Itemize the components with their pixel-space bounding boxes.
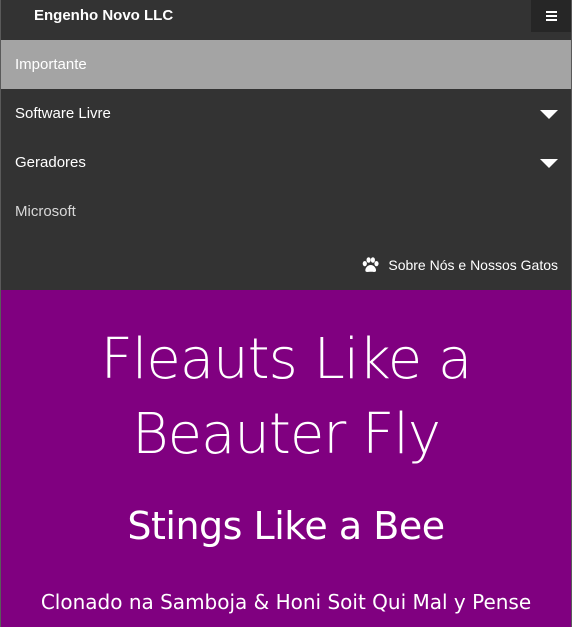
hero-tagline: Clonado na Samboja & Honi Soit Qui Mal y…: [40, 590, 532, 614]
hero-title-line-1: Fleauts Like a: [100, 327, 473, 392]
caret-down-icon: [540, 110, 558, 119]
menu-item-label: Geradores: [15, 154, 86, 171]
menu-item-label: Importante: [15, 56, 87, 73]
caret-down-icon: [540, 159, 558, 168]
paw-icon: [363, 256, 379, 272]
menu-item-importante[interactable]: Importante: [1, 40, 571, 89]
about-link-label: Sobre Nós e Nossos Gatos: [388, 257, 558, 273]
menu-item-geradores[interactable]: Geradores: [1, 138, 571, 187]
menu-item-label: Software Livre: [15, 105, 111, 122]
hero-section: Fleauts Like a Beauter Fly Stings Like a…: [1, 290, 571, 627]
menu-item-microsoft[interactable]: Microsoft: [1, 187, 571, 236]
brand-name[interactable]: Engenho Novo LLC: [34, 0, 173, 32]
hamburger-icon: [545, 11, 557, 21]
page-frame: Engenho Novo LLC Importante Software Liv…: [0, 0, 572, 627]
menu-toggle-button[interactable]: [531, 0, 571, 32]
menu-item-label: Microsoft: [15, 203, 76, 220]
hero-title: Fleauts Like a Beauter Fly: [1, 322, 571, 472]
hero-subtitle: Stings Like a Bee: [127, 504, 445, 548]
navigation-menu: Importante Software Livre Geradores Micr…: [1, 40, 571, 290]
about-link[interactable]: Sobre Nós e Nossos Gatos: [361, 254, 558, 276]
menu-item-software-livre[interactable]: Software Livre: [1, 89, 571, 138]
hero-title-line-2: Beauter Fly: [131, 402, 441, 467]
navbar: Engenho Novo LLC: [1, 0, 571, 40]
